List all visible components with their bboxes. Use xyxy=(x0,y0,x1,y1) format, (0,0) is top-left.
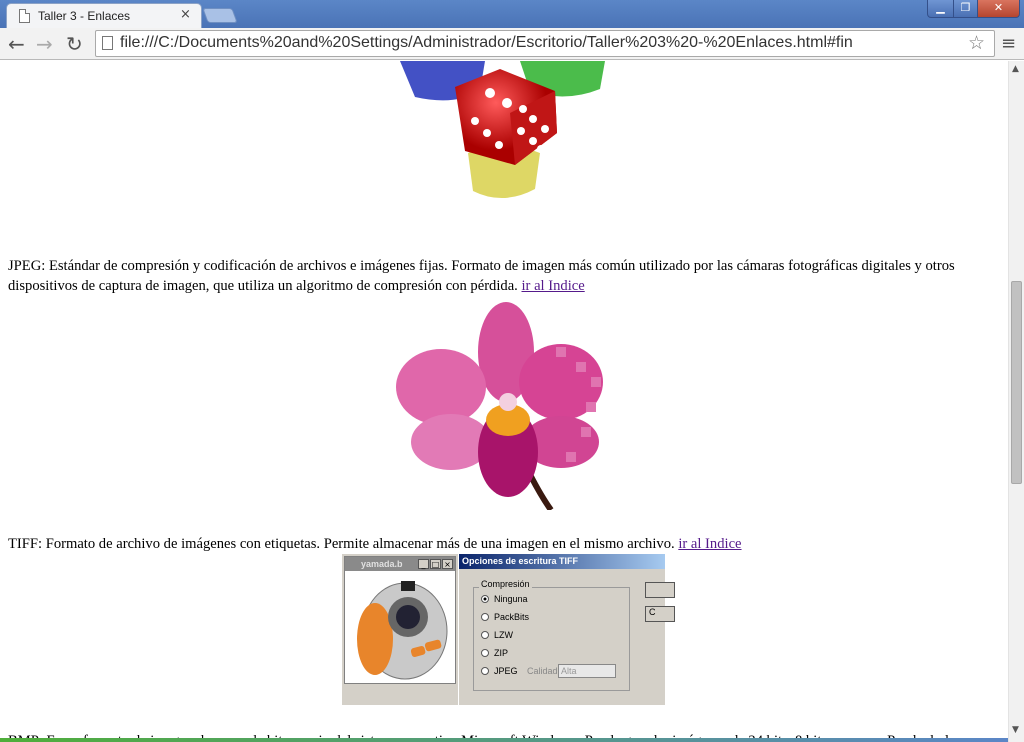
page-icon xyxy=(19,9,30,23)
restore-button[interactable]: ❐ xyxy=(953,0,978,18)
quality-label: Calidad xyxy=(527,666,558,676)
dice-image xyxy=(400,61,605,199)
option-zip: ZIP xyxy=(481,648,508,658)
tab-title: Taller 3 - Enlaces xyxy=(38,9,131,23)
option-ninguna: Ninguna xyxy=(481,594,528,604)
url-text[interactable]: file:///C:/Documents%20and%20Settings/Ad… xyxy=(120,34,853,52)
address-bar[interactable]: file:///C:/Documents%20and%20Settings/Ad… xyxy=(95,30,995,57)
camera-window-buttons: _ □ × xyxy=(417,559,453,569)
tiff-options-dialog: Opciones de escritura TIFF Compresión Ni… xyxy=(458,554,675,705)
option-lzw: LZW xyxy=(481,630,513,640)
close-window-button[interactable]: ✕ xyxy=(977,0,1020,18)
dialog-cancel-button: C xyxy=(645,606,675,622)
scroll-up-icon[interactable]: ▲ xyxy=(1012,64,1019,74)
camera-window: yamada.b _ □ × xyxy=(344,556,456,684)
compression-label: Compresión xyxy=(479,579,532,589)
browser-tab[interactable]: Taller 3 - Enlaces × xyxy=(6,3,202,28)
dialog-title: Opciones de escritura TIFF xyxy=(459,554,665,569)
page-content: JPEG: Estándar de compresión y codificac… xyxy=(0,61,1008,742)
page-icon xyxy=(102,36,113,50)
option-jpeg: JPEG xyxy=(481,666,518,676)
camera-icon xyxy=(357,581,448,680)
browser-toolbar: ← → ↻ file:///C:/Documents%20and%20Setti… xyxy=(0,28,1024,60)
tiff-screenshot-image: yamada.b _ □ × Opciones de escritura TIFF … xyxy=(342,554,675,705)
vertical-scrollbar[interactable]: ▲ ▼ xyxy=(1008,61,1024,742)
option-packbits: PackBits xyxy=(481,612,529,622)
taskbar-edge xyxy=(0,738,1008,742)
jpeg-paragraph: JPEG: Estándar de compresión y codificac… xyxy=(8,256,998,296)
forward-arrow-icon[interactable]: → xyxy=(36,32,53,56)
tiff-text: TIFF: Formato de archivo de imágenes con… xyxy=(8,536,675,552)
tiff-paragraph: TIFF: Formato de archivo de imágenes con… xyxy=(8,534,998,554)
window-titlebar: Taller 3 - Enlaces × ▁ ❐ ✕ xyxy=(0,0,1024,28)
jpeg-index-link[interactable]: ir al Indice xyxy=(522,278,585,294)
orchid-image xyxy=(396,302,603,510)
scroll-thumb[interactable] xyxy=(1011,281,1022,484)
tab-close-icon[interactable]: × xyxy=(180,7,191,22)
tiff-index-link[interactable]: ir al Indice xyxy=(678,536,741,552)
new-tab-button[interactable] xyxy=(202,8,238,23)
reload-icon[interactable]: ↻ xyxy=(66,32,83,56)
menu-icon[interactable]: ≡ xyxy=(1001,33,1016,54)
minimize-button[interactable]: ▁ xyxy=(927,0,954,18)
quality-select: Alta xyxy=(558,664,616,678)
dialog-ok-button xyxy=(645,582,675,598)
bookmark-star-icon[interactable]: ☆ xyxy=(968,32,985,54)
back-arrow-icon[interactable]: ← xyxy=(8,32,25,56)
jpeg-text: JPEG: Estándar de compresión y codificac… xyxy=(8,258,955,294)
scroll-down-icon[interactable]: ▼ xyxy=(1012,725,1019,735)
